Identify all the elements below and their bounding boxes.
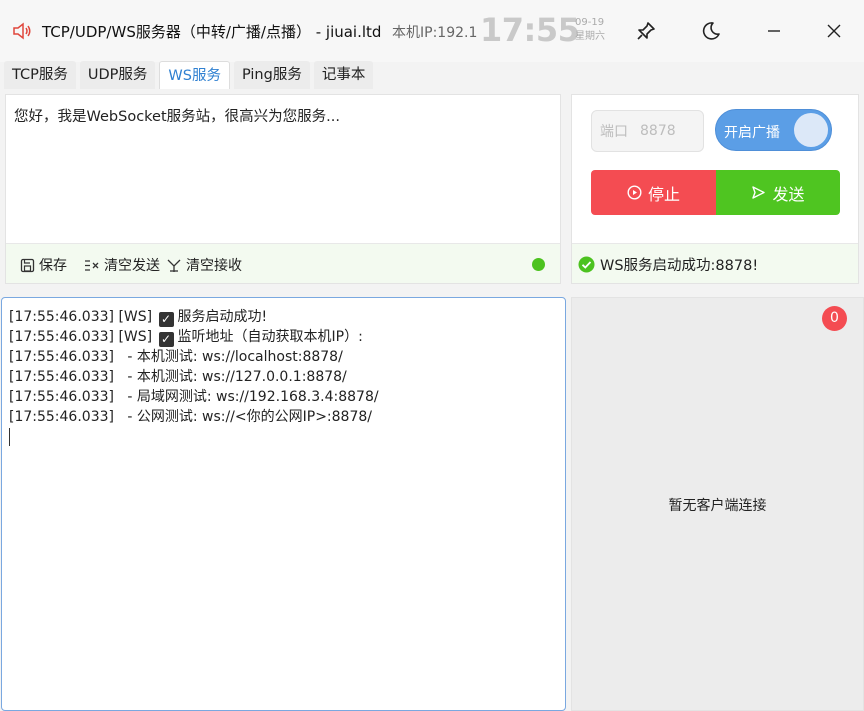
local-ip-label: 本机IP:192.1	[392, 25, 478, 41]
log-line: [17:55:46.033] - 公网测试: ws://<你的公网IP>:887…	[9, 407, 558, 427]
date-block: 09-19 星期六	[575, 16, 605, 44]
send-panel: 您好，我是WebSocket服务站，很高兴为您服务... 保存 清空发送 清空接…	[5, 94, 561, 284]
stop-button[interactable]: 停止	[591, 170, 716, 215]
receive-log[interactable]: [17:55:46.033] [WS] ✓ 服务启动成功! [17:55:46.0…	[1, 297, 566, 711]
log-line: [17:55:46.033] [WS] ✓ 服务启动成功!	[9, 307, 558, 327]
save-icon	[20, 258, 35, 272]
date-text: 09-19	[575, 17, 605, 28]
clear-send-label: 清空发送	[104, 258, 160, 274]
log-tag: [WS]	[118, 309, 153, 325]
log-line: [17:55:46.033] - 局域网测试: ws://192.168.3.4…	[9, 387, 558, 407]
tab-tcp[interactable]: TCP服务	[4, 61, 76, 89]
save-label: 保存	[39, 258, 67, 274]
log-text: - 公网测试: ws://<你的公网IP>:8878/	[113, 409, 372, 425]
broadcast-label: 开启广播	[724, 125, 780, 141]
broadcast-toggle[interactable]: 开启广播	[715, 109, 832, 151]
tab-bar: TCP服务 UDP服务 WS服务 Ping服务 记事本	[4, 61, 377, 89]
log-time: [17:55:46.033]	[9, 369, 114, 385]
minimize-icon	[768, 30, 780, 32]
stop-icon	[627, 185, 642, 200]
tab-udp[interactable]: UDP服务	[79, 61, 156, 89]
minimize-button[interactable]	[757, 14, 791, 48]
clear-send-button[interactable]: 清空发送	[84, 255, 160, 275]
close-icon	[827, 24, 841, 38]
send-icon	[752, 186, 766, 199]
window-title: TCP/UDP/WS服务器（中转/广播/点播） - jiuai.ltd	[42, 23, 382, 41]
checkbox-icon: ✓	[158, 332, 174, 347]
tab-notepad[interactable]: 记事本	[313, 61, 374, 89]
log-time: [17:55:46.033]	[9, 329, 114, 345]
clear-receive-button[interactable]: 清空接收	[166, 255, 242, 275]
log-text: 监听地址（自动获取本机IP）:	[177, 329, 363, 345]
speaker-icon	[13, 22, 31, 40]
save-button[interactable]: 保存	[20, 255, 67, 275]
no-clients-text: 暂无客户端连接	[668, 498, 767, 514]
log-line: [17:55:46.033] [WS] ✓ 监听地址（自动获取本机IP）:	[9, 327, 558, 347]
tab-ws[interactable]: WS服务	[159, 61, 230, 89]
port-label: 端口	[600, 124, 628, 140]
log-text: - 本机测试: ws://127.0.0.1:8878/	[113, 369, 347, 385]
toggle-knob	[794, 113, 828, 147]
send-button[interactable]: 发送	[716, 170, 840, 215]
log-time: [17:55:46.033]	[9, 409, 114, 425]
client-count-badge: 0	[822, 306, 847, 331]
checkbox-icon: ✓	[158, 312, 174, 327]
pin-icon	[637, 22, 655, 40]
send-label: 发送	[772, 184, 805, 204]
clear-receive-icon	[167, 259, 181, 272]
clear-receive-label: 清空接收	[186, 258, 242, 274]
log-time: [17:55:46.033]	[9, 349, 114, 365]
port-input[interactable]: 端口 8878	[591, 110, 704, 152]
close-button[interactable]	[817, 14, 851, 48]
status-bar: WS服务启动成功:8878!	[572, 243, 858, 283]
status-text: WS服务启动成功:8878!	[600, 258, 759, 274]
log-time: [17:55:46.033]	[9, 309, 114, 325]
log-line: [17:55:46.033] - 本机测试: ws://127.0.0.1:88…	[9, 367, 558, 387]
send-textarea[interactable]: 您好，我是WebSocket服务站，很高兴为您服务...	[14, 105, 340, 126]
control-panel: 端口 8878 开启广播 停止 发送 WS服务启动成功:8878!	[571, 94, 859, 284]
service-status: WS服务启动成功:8878!	[578, 254, 758, 275]
send-toolbar: 保存 清空发送 清空接收	[6, 243, 560, 283]
log-tag: [WS]	[118, 329, 153, 345]
weekday-text: 星期六	[575, 31, 605, 42]
client-list-panel: 0 暂无客户端连接	[571, 297, 864, 711]
clock: 17:55	[480, 11, 580, 49]
tab-ping[interactable]: Ping服务	[233, 61, 310, 89]
connection-status-dot	[532, 258, 545, 271]
theme-toggle-button[interactable]	[694, 14, 728, 48]
port-value: 8878	[640, 123, 676, 139]
pin-button[interactable]	[629, 14, 663, 48]
clear-send-icon	[85, 259, 99, 271]
stop-label: 停止	[647, 184, 680, 204]
log-text: - 局域网测试: ws://192.168.3.4:8878/	[113, 389, 379, 405]
moon-icon	[702, 22, 720, 40]
log-line: [17:55:46.033] - 本机测试: ws://localhost:88…	[9, 347, 558, 367]
log-text: - 本机测试: ws://localhost:8878/	[113, 349, 343, 365]
check-circle-icon	[578, 256, 595, 273]
text-caret	[9, 428, 10, 446]
log-text: 服务启动成功!	[177, 309, 268, 325]
log-time: [17:55:46.033]	[9, 389, 114, 405]
title-bar: TCP/UDP/WS服务器（中转/广播/点播） - jiuai.ltd 本机IP…	[0, 0, 864, 62]
